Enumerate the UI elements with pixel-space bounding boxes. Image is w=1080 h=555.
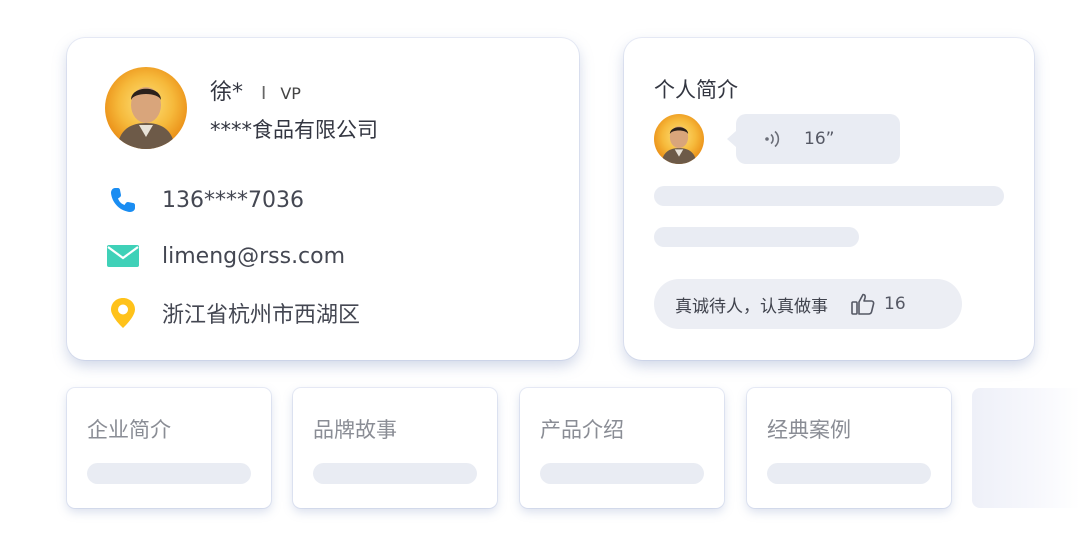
email-address: limeng@rss.com: [162, 243, 346, 269]
skeleton-line: [87, 463, 251, 484]
mail-icon: [105, 238, 141, 274]
thumbs-up-icon[interactable]: [850, 291, 876, 317]
skeleton-line: [313, 463, 477, 484]
name-separator: I: [261, 83, 267, 104]
skeleton-line: [540, 463, 704, 484]
address-row[interactable]: 浙江省杭州市西湖区: [105, 295, 360, 331]
tile-label: 品牌故事: [313, 418, 397, 442]
avatar-photo: [661, 126, 697, 164]
tile-partial: [972, 388, 1080, 508]
email-row[interactable]: limeng@rss.com: [105, 238, 345, 274]
intro-card: 个人简介 16” 真诚待人，认真做事 16: [624, 38, 1034, 360]
tile-label: 经典案例: [767, 418, 851, 442]
tile-company-intro[interactable]: 企业简介: [67, 388, 271, 508]
tile-classic-cases[interactable]: 经典案例: [747, 388, 951, 508]
tile-brand-story[interactable]: 品牌故事: [293, 388, 497, 508]
person-name: 徐*: [210, 80, 244, 105]
job-title: VP: [280, 84, 301, 103]
sound-wave-icon: [762, 128, 784, 150]
avatar-photo: [117, 87, 175, 149]
skeleton-line: [767, 463, 931, 484]
address-text: 浙江省杭州市西湖区: [162, 303, 361, 328]
location-pin-icon: [105, 295, 141, 331]
intro-title: 个人简介: [654, 78, 738, 102]
skeleton-line: [654, 186, 1004, 206]
phone-icon: [105, 182, 141, 218]
skeleton-line: [654, 227, 859, 247]
tile-label: 企业简介: [87, 418, 171, 442]
avatar[interactable]: [105, 67, 187, 149]
like-count: 16: [884, 294, 906, 314]
profile-card: 徐* I VP ****食品有限公司 136****7036 limeng@rss.…: [67, 38, 579, 360]
voice-duration: 16”: [804, 129, 835, 149]
phone-row[interactable]: 136****7036: [105, 182, 304, 218]
motto-pill[interactable]: 真诚待人，认真做事 16: [654, 279, 962, 329]
phone-number: 136****7036: [162, 187, 304, 213]
intro-avatar[interactable]: [654, 114, 704, 164]
company-name: ****食品有限公司: [210, 118, 378, 142]
tile-label: 产品介绍: [540, 418, 624, 442]
tile-product-intro[interactable]: 产品介绍: [520, 388, 724, 508]
voice-message[interactable]: 16”: [727, 114, 900, 164]
motto-text: 真诚待人，认真做事: [675, 296, 828, 317]
name-line: 徐* I VP: [210, 74, 301, 106]
